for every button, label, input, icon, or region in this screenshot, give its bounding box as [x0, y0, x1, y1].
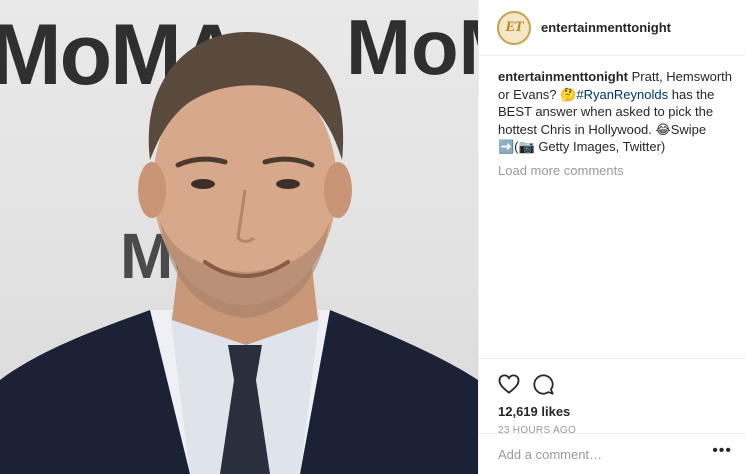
post-header: ET entertainmenttonight — [479, 0, 745, 56]
caption-comment: entertainmenttonight Pratt, Hemsworth or… — [498, 68, 734, 156]
header-username[interactable]: entertainmenttonight — [541, 20, 671, 35]
comment-icon[interactable] — [531, 372, 555, 396]
post-actions-section: 12,619 likes 23 HOURS AGO — [479, 358, 745, 436]
action-bar — [479, 359, 745, 397]
add-comment-input[interactable] — [498, 446, 698, 462]
more-options-icon[interactable]: ••• — [712, 443, 732, 462]
comments-section: entertainmenttonight Pratt, Hemsworth or… — [498, 68, 734, 179]
avatar[interactable]: ET — [497, 10, 531, 45]
post-sidebar: ET entertainmenttonight entertainmentton… — [478, 0, 745, 474]
heart-icon[interactable] — [497, 372, 521, 396]
load-more-comments-button[interactable]: Load more comments — [498, 162, 624, 180]
caption-hashtag[interactable]: #RyanReynolds — [576, 87, 668, 102]
backdrop-text-right: MoMA — [346, 3, 478, 91]
likes-count[interactable]: 12,619 likes — [479, 397, 745, 419]
photo-illustration: MoMA MoMA MoMA — [0, 3, 478, 474]
post-photo[interactable]: MoMA MoMA MoMA — [0, 0, 478, 474]
caption-username[interactable]: entertainmenttonight — [498, 69, 628, 84]
add-comment-bar: ••• — [479, 433, 745, 474]
